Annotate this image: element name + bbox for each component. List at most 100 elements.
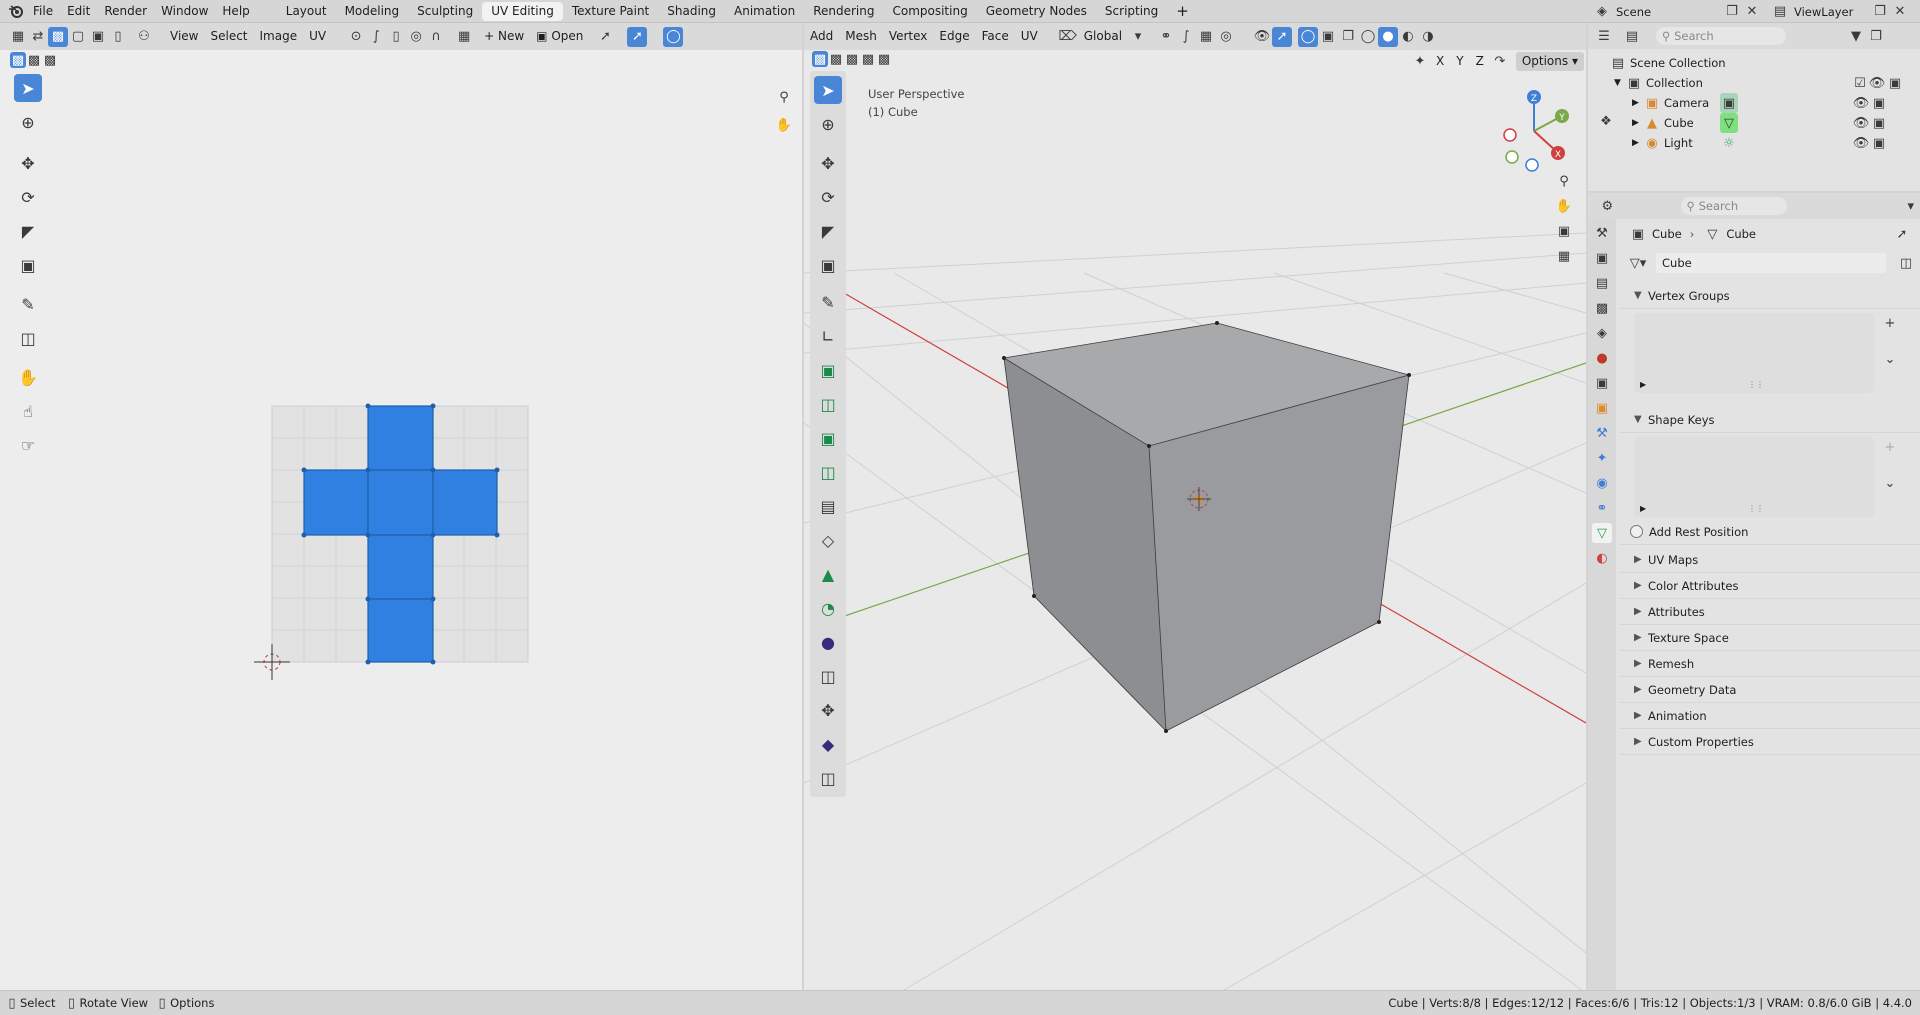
vp-measure-tool[interactable]: ∟ (814, 322, 842, 350)
vp-select-extend-icon[interactable]: ▩ (828, 51, 844, 67)
chevron-right-icon[interactable]: ▶ (1632, 138, 1644, 148)
mesh-data-icon[interactable]: ▽ (1720, 113, 1738, 133)
panel-vertex-groups[interactable]: ▼ Vertex Groups (1620, 283, 1920, 309)
outliner-item-light[interactable]: ▶ ◉ Light ☼ 👁 ▣ (1588, 133, 1920, 153)
view-layer-icon[interactable]: ▤ (1770, 2, 1790, 22)
physics-tab-icon[interactable]: ◉ (1592, 473, 1612, 493)
vp-camera-icon[interactable]: ▣ (1554, 221, 1574, 241)
display-mode-icon[interactable]: ▤ (1622, 26, 1642, 46)
transform-orientation-icon[interactable]: ⌦ (1058, 27, 1078, 47)
panel-attributes[interactable]: ▶ Attributes (1620, 599, 1920, 625)
expand-icon[interactable]: ▶ (1640, 504, 1646, 513)
material-shading-icon[interactable]: ◐ (1398, 27, 1418, 47)
vp-select-tool[interactable]: ➤ (814, 76, 842, 104)
delete-scene-icon[interactable]: ✕ (1742, 2, 1762, 22)
options-dropdown[interactable]: Options ▾ (1515, 51, 1584, 71)
vp-menu-mesh[interactable]: Mesh (839, 27, 883, 46)
snap-toggle-icon[interactable]: ∫ (1176, 27, 1196, 47)
panel-geometry-data[interactable]: ▶ Geometry Data (1620, 677, 1920, 703)
uv-face[interactable] (367, 534, 434, 600)
mesh-browse-icon[interactable]: ▽▾ (1628, 253, 1648, 273)
eye-icon[interactable]: 👁 (1852, 113, 1870, 133)
mesh-name-field[interactable]: Cube (1656, 253, 1886, 273)
rendered-shading-icon[interactable]: ◑ (1418, 27, 1438, 47)
chevron-right-icon[interactable]: ▶ (1632, 118, 1644, 128)
uv-face[interactable] (303, 469, 369, 536)
checkbox-icon[interactable]: ☑ (1852, 73, 1868, 93)
vp-transform-tool[interactable]: ▣ (814, 251, 842, 279)
vp-select-set-icon[interactable]: ▩ (812, 51, 828, 67)
transform-orientation-select[interactable]: Global (1078, 27, 1128, 46)
tab-animation[interactable]: Animation (725, 2, 804, 21)
vp-shrink-tool[interactable]: ✥ (814, 696, 842, 724)
fake-user-shield-icon[interactable]: ◫ (1896, 253, 1916, 273)
blender-logo-icon[interactable] (6, 1, 26, 21)
vp-overlay-icon[interactable]: ◯ (1298, 26, 1319, 47)
tab-shading[interactable]: Shading (658, 2, 725, 21)
outliner-sync-icon[interactable]: ❖ (1596, 111, 1616, 131)
new-collection-icon[interactable]: ❐ (1866, 26, 1886, 46)
scene-icon[interactable]: ◈ (1592, 2, 1612, 22)
filter-icon[interactable]: ▼ (1846, 26, 1866, 46)
vp-select-invert-icon[interactable]: ▩ (860, 51, 876, 67)
vp-ortho-grid-icon[interactable]: ▦ (1554, 246, 1574, 266)
snap-increment-icon[interactable]: ▦ (1196, 27, 1216, 47)
vp-rip-tool[interactable]: ◫ (814, 764, 842, 792)
tab-scripting[interactable]: Scripting (1096, 2, 1167, 21)
vp-add-cube-tool[interactable]: ▣ (814, 356, 842, 384)
pin-icon[interactable]: ➚ (1892, 224, 1912, 244)
navigation-gizmo[interactable]: Z Y X (1494, 85, 1574, 177)
shape-key-menu-icon[interactable]: ⌄ (1880, 473, 1900, 493)
panel-uv-maps[interactable]: ▶ UV Maps (1620, 547, 1920, 573)
vp-zoom-icon[interactable]: ⚲ (1554, 171, 1574, 191)
modifiers-tab-icon[interactable]: ⚒ (1592, 423, 1612, 443)
eye-icon[interactable]: 👁 (1852, 133, 1870, 153)
delete-view-layer-icon[interactable]: ✕ (1890, 2, 1910, 22)
wireframe-shading-icon[interactable]: ◯ (1358, 27, 1378, 47)
camera-data-icon[interactable]: ▣ (1720, 93, 1738, 113)
vp-annotate-tool[interactable]: ✎ (814, 288, 842, 316)
solid-shading-icon[interactable]: ● (1378, 26, 1399, 47)
tab-uv-editing[interactable]: UV Editing (482, 1, 563, 21)
properties-editor-type-icon[interactable]: ⚙ (1598, 196, 1617, 216)
vertex-group-menu-icon[interactable]: ⌄ (1880, 349, 1900, 369)
outliner-editor-type-icon[interactable]: ☰ (1594, 26, 1614, 46)
menu-render[interactable]: Render (97, 4, 154, 18)
uv-face[interactable] (367, 405, 434, 471)
menu-window[interactable]: Window (154, 4, 215, 18)
scene-tab-icon[interactable]: ◈ (1592, 323, 1612, 343)
tab-rendering[interactable]: Rendering (804, 2, 883, 21)
cube-mesh[interactable] (1002, 321, 1411, 733)
vp-menu-uv[interactable]: UV (1015, 27, 1044, 46)
vp-pan-icon[interactable]: ✋ (1554, 196, 1574, 216)
tab-texture-paint[interactable]: Texture Paint (563, 2, 658, 21)
menu-file[interactable]: File (26, 4, 60, 18)
new-view-layer-icon[interactable]: ❐ (1870, 2, 1890, 22)
vp-extrude-tool[interactable]: ◫ (814, 390, 842, 418)
chevron-down-icon[interactable]: ▼ (1614, 78, 1626, 88)
vp-move-tool[interactable]: ✥ (814, 149, 842, 177)
gizmo-x-label[interactable]: X (1555, 150, 1561, 160)
new-scene-icon[interactable]: ❐ (1722, 2, 1742, 22)
uv-face[interactable] (432, 469, 498, 536)
gizmo-z-label[interactable]: Z (1531, 94, 1537, 104)
vp-inset-tool[interactable]: ▣ (814, 424, 842, 452)
particles-tab-icon[interactable]: ✦ (1592, 448, 1612, 468)
tab-modeling[interactable]: Modeling (336, 2, 409, 21)
world-tab-icon[interactable]: ● (1592, 348, 1612, 368)
resize-handle-icon[interactable]: ⋮⋮ (1748, 504, 1764, 513)
vp-edge-slide-tool[interactable]: ◫ (814, 662, 842, 690)
scene-collection-row[interactable]: ▤ Scene Collection (1588, 53, 1920, 73)
vp-knife-tool[interactable]: ◇ (814, 526, 842, 554)
light-data-icon[interactable]: ☼ (1720, 133, 1738, 153)
vp-smooth-tool[interactable]: ● (814, 628, 842, 656)
add-vertex-group-icon[interactable]: + (1880, 313, 1900, 333)
mesh-overlay-icon[interactable]: ▣ (1318, 27, 1338, 47)
3d-viewport[interactable]: Add Mesh Vertex Edge Face UV ⌦ Global ▾ … (804, 23, 1586, 990)
vp-shear-tool[interactable]: ◆ (814, 730, 842, 758)
chevron-right-icon[interactable]: ▶ (1632, 98, 1644, 108)
expand-icon[interactable]: ▶ (1640, 380, 1646, 389)
outliner-item-cube[interactable]: ▶ ▲ Cube ▽ 👁 ▣ (1588, 113, 1920, 133)
chevron-down-icon[interactable]: ▾ (1901, 196, 1920, 216)
view-layer-tab-icon[interactable]: ▩ (1592, 298, 1612, 318)
